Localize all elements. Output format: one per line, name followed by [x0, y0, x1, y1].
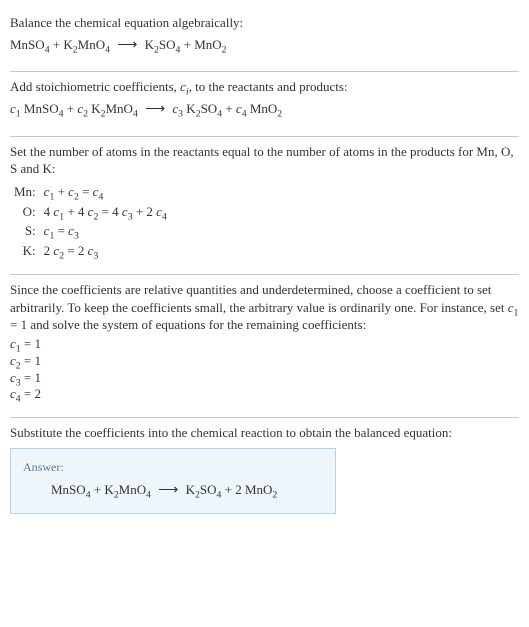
coeff-equation: c1 MnSO4 + c2 K2MnO4 ⟶ c3 K2SO4 + c4 MnO… [10, 100, 519, 120]
coefficient-value: c3 = 1 [10, 370, 519, 387]
table-row: O:4 c1 + 4 c2 = 4 c3 + 2 c4 [10, 202, 171, 222]
section-solve: Since the coefficients are relative quan… [10, 275, 519, 413]
answer-instruction: Substitute the coefficients into the che… [10, 424, 519, 442]
coefficient-value: c4 = 2 [10, 386, 519, 403]
element-label: K: [10, 241, 40, 261]
species-k2so4: K2SO4 [145, 37, 181, 52]
plus-sign: + [184, 37, 195, 52]
element-equation: c1 + c2 = c4 [40, 182, 171, 202]
element-label: S: [10, 221, 40, 241]
table-row: Mn:c1 + c2 = c4 [10, 182, 171, 202]
section-add-coefficients: Add stoichiometric coefficients, ci, to … [10, 72, 519, 131]
answer-label: Answer: [23, 459, 323, 475]
section-answer: Substitute the coefficients into the che… [10, 418, 519, 518]
element-label: O: [10, 202, 40, 222]
element-equation: 4 c1 + 4 c2 = 4 c3 + 2 c4 [40, 202, 171, 222]
solve-instruction: Since the coefficients are relative quan… [10, 281, 519, 334]
table-row: S:c1 = c3 [10, 221, 171, 241]
species-mno2: MnO2 [194, 37, 226, 52]
section-atom-equations: Set the number of atoms in the reactants… [10, 137, 519, 270]
unbalanced-equation: MnSO4 + K2MnO4 ⟶ K2SO4 + MnO2 [10, 36, 519, 56]
species-mnso4: MnSO4 [51, 482, 91, 497]
balanced-equation: MnSO4 + K2MnO4 ⟶ K2SO4 + 2 MnO2 [23, 481, 323, 501]
element-label: Mn: [10, 182, 40, 202]
species-k2so4: K2SO4 [186, 482, 222, 497]
species-k2mno4: K2MnO4 [63, 37, 110, 52]
coeff-2: 2 [235, 482, 245, 497]
atom-eq-instruction: Set the number of atoms in the reactants… [10, 143, 519, 178]
coeff-instruction: Add stoichiometric coefficients, ci, to … [10, 78, 519, 96]
coefficient-values: c1 = 1c2 = 1c3 = 1c4 = 2 [10, 336, 519, 404]
element-equation: c1 = c3 [40, 221, 171, 241]
answer-box: Answer: MnSO4 + K2MnO4 ⟶ K2SO4 + 2 MnO2 [10, 448, 336, 514]
element-equation: 2 c2 = 2 c3 [40, 241, 171, 261]
title-line: Balance the chemical equation algebraica… [10, 14, 519, 32]
arrow-icon: ⟶ [141, 101, 169, 120]
plus-sign: + [53, 37, 64, 52]
coefficient-value: c2 = 1 [10, 353, 519, 370]
arrow-icon: ⟶ [113, 37, 141, 56]
arrow-icon: ⟶ [154, 482, 182, 501]
species-mnso4: MnSO4 [10, 37, 50, 52]
section-balance-title: Balance the chemical equation algebraica… [10, 8, 519, 67]
atom-equation-table: Mn:c1 + c2 = c4O:4 c1 + 4 c2 = 4 c3 + 2 … [10, 182, 171, 260]
table-row: K:2 c2 = 2 c3 [10, 241, 171, 261]
coefficient-value: c1 = 1 [10, 336, 519, 353]
species-k2mno4: K2MnO4 [104, 482, 151, 497]
species-mno2: MnO2 [245, 482, 277, 497]
